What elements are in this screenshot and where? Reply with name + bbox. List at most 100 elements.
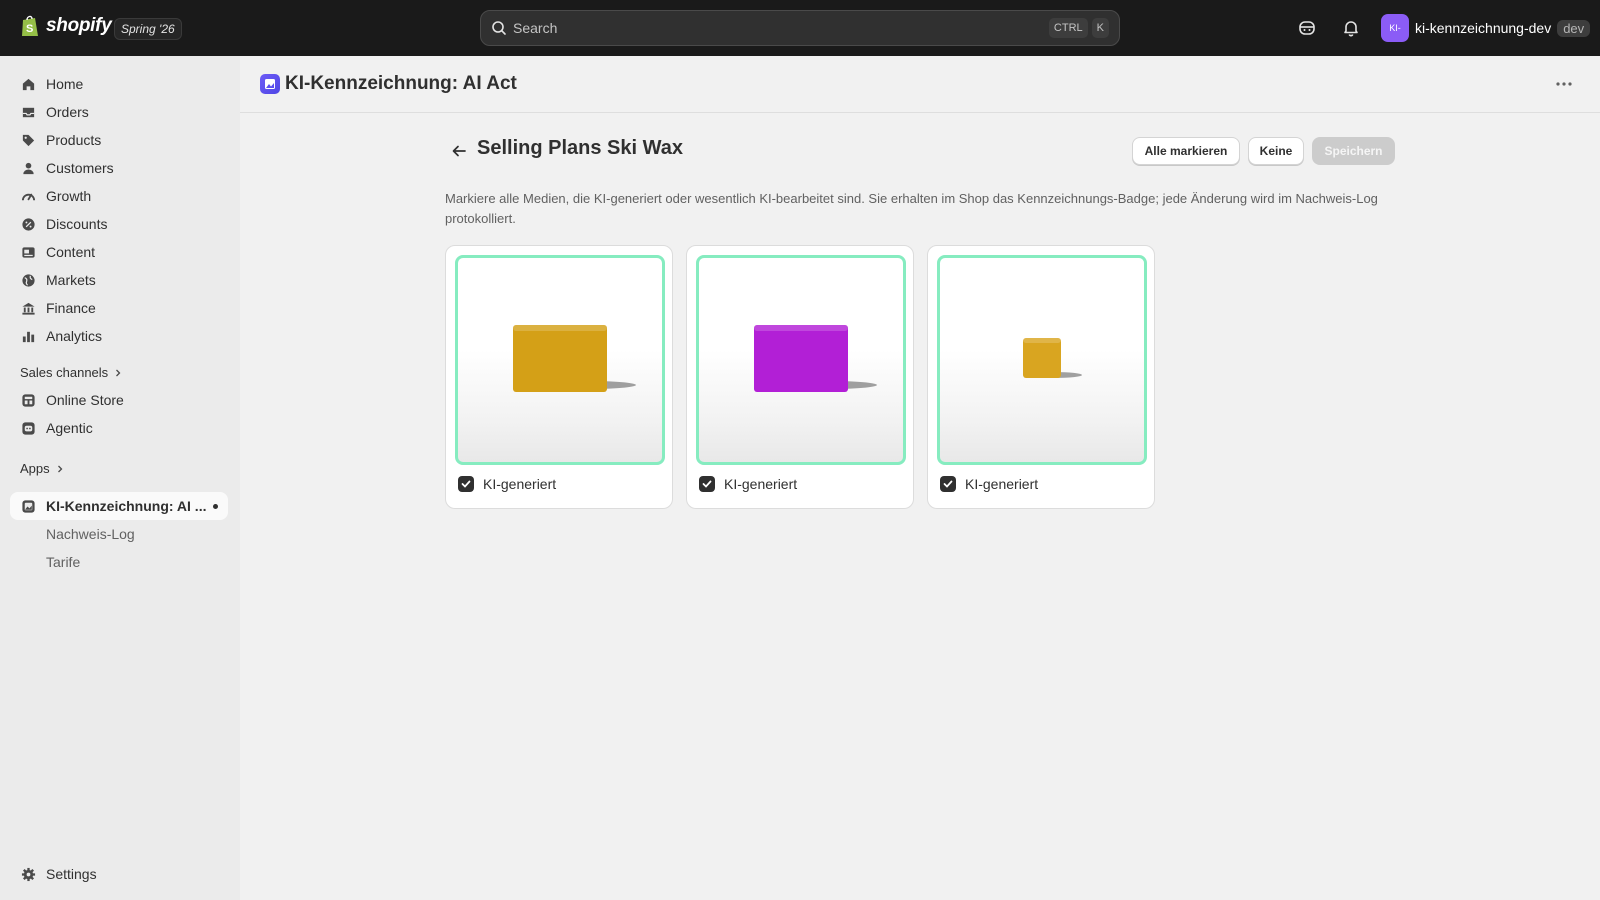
wax-bar [754,325,848,392]
chevron-right-icon [57,465,63,472]
sidekick-button[interactable] [1296,17,1318,39]
sidebar-item-products[interactable]: Products [10,126,228,154]
checkbox-label: KI-generiert [965,476,1039,492]
sidebar-item-orders[interactable]: Orders [10,98,228,126]
checkbox-checked-icon [458,476,474,492]
sidebar-item-growth[interactable]: Growth [10,182,228,210]
sidebar-item-home[interactable]: Home [10,70,228,98]
wax-bar-image [754,325,877,392]
media-card[interactable]: KI-generiert [927,245,1155,509]
sidebar-item-label: Settings [46,866,97,882]
apps-header[interactable]: Apps [20,461,64,476]
sidebar-item-label: Content [46,244,96,260]
gear-icon [20,866,36,882]
section-label: Apps [20,461,50,476]
sidebar-item-label: Orders [46,104,89,120]
sidebar-item-discounts[interactable]: Discounts [10,210,228,238]
media-card[interactable]: KI-generiert [686,245,914,509]
app-header: KI-Kennzeichnung: AI Act [240,56,1600,113]
sidebar-subitem-nachweis-log[interactable]: Nachweis-Log [46,526,135,542]
media-thumbnail[interactable] [696,255,906,465]
section-label: Sales channels [20,365,109,380]
sidebar-item-label: Markets [46,272,96,288]
sidebar-item-customers[interactable]: Customers [10,154,228,182]
chevron-right-icon [116,369,121,376]
bar-chart-icon [20,328,36,344]
search-input[interactable]: Search CTRL K [480,10,1120,46]
home-icon [20,76,36,92]
store-name: ki-kennzeichnung-dev [1415,20,1552,36]
shortcut-ctrl: CTRL [1048,18,1088,38]
active-dot [213,504,218,509]
wax-bar [513,325,607,392]
sidebar-item-label: Finance [46,300,96,316]
sidekick-icon [1299,21,1315,35]
app-title: KI-Kennzeichnung: AI Act [285,73,517,94]
top-bar: S shopify Spring '26 Search CTRL K KI- k… [0,0,1600,56]
checkbox-label: KI-generiert [724,476,798,492]
sidebar-item-finance[interactable]: Finance [10,294,228,322]
sidebar-item-label: Growth [46,188,92,204]
discount-icon [20,216,36,232]
content-icon [20,244,36,260]
sidebar-item-label: Discounts [46,216,108,232]
save-button[interactable]: Speichern [1312,137,1395,165]
sidebar-item-label: Customers [46,160,114,176]
more-horizontal-icon [1556,82,1572,86]
shopify-logo[interactable]: S shopify [20,14,112,38]
shopify-bag-icon: S [22,15,38,36]
sidebar: Home Orders Products Customers Growth Di… [0,56,240,900]
agentic-icon [20,420,36,436]
sidebar-item-agentic[interactable]: Agentic [10,414,228,442]
inbox-icon [20,104,36,120]
app-logo-icon [260,74,280,94]
sidebar-subitem-tarife[interactable]: Tarife [46,554,80,570]
gauge-icon [20,188,36,204]
ai-generated-checkbox[interactable]: KI-generiert [940,476,1038,492]
select-all-button[interactable]: Alle markieren [1132,137,1240,165]
select-none-button[interactable]: Keine [1248,137,1304,165]
notifications-button[interactable] [1340,17,1362,39]
release-badge: Spring '26 [114,18,182,40]
tag-icon [20,132,36,148]
checkbox-checked-icon [940,476,956,492]
media-thumbnail[interactable] [937,255,1147,465]
more-actions-button[interactable] [1552,74,1576,94]
store-icon [20,392,36,408]
ai-generated-checkbox[interactable]: KI-generiert [458,476,556,492]
svg-text:S: S [26,23,33,35]
sidebar-item-label: Analytics [46,328,103,344]
media-thumbnail[interactable] [455,255,665,465]
wax-bar-image [1023,338,1082,378]
store-avatar: KI- [1381,14,1409,42]
sidebar-item-markets[interactable]: Markets [10,266,228,294]
page-title: Selling Plans Ski Wax [477,137,683,159]
sidebar-item-analytics[interactable]: Analytics [10,322,228,350]
sidebar-item-label: Home [46,76,84,92]
media-card[interactable]: KI-generiert [445,245,673,509]
sidebar-item-content[interactable]: Content [10,238,228,266]
search-placeholder: Search [513,20,558,36]
sidebar-item-ki-app[interactable]: KI-Kennzeichnung: AI ... [10,492,228,520]
app-icon [20,498,36,514]
arrow-left-icon [452,145,466,157]
sidebar-item-label: Products [46,132,102,148]
sidebar-item-label: Online Store [46,392,124,408]
sales-channels-header[interactable]: Sales channels [20,365,122,380]
ai-generated-checkbox[interactable]: KI-generiert [699,476,797,492]
sidebar-item-label: Agentic [46,420,93,436]
env-badge: dev [1557,19,1591,37]
store-menu[interactable]: KI- ki-kennzeichnung-dev dev [1381,14,1591,42]
shortcut-k: K [1091,18,1109,38]
wax-bar-image [513,325,636,392]
sidebar-item-online-store[interactable]: Online Store [10,386,228,414]
back-button[interactable] [447,139,471,163]
checkbox-checked-icon [699,476,715,492]
checkbox-label: KI-generiert [483,476,557,492]
sidebar-item-settings[interactable]: Settings [10,860,228,888]
bell-icon [1344,21,1358,37]
bank-icon [20,300,36,316]
search-icon [492,21,506,35]
globe-icon [20,272,36,288]
wax-bar [1023,338,1061,378]
